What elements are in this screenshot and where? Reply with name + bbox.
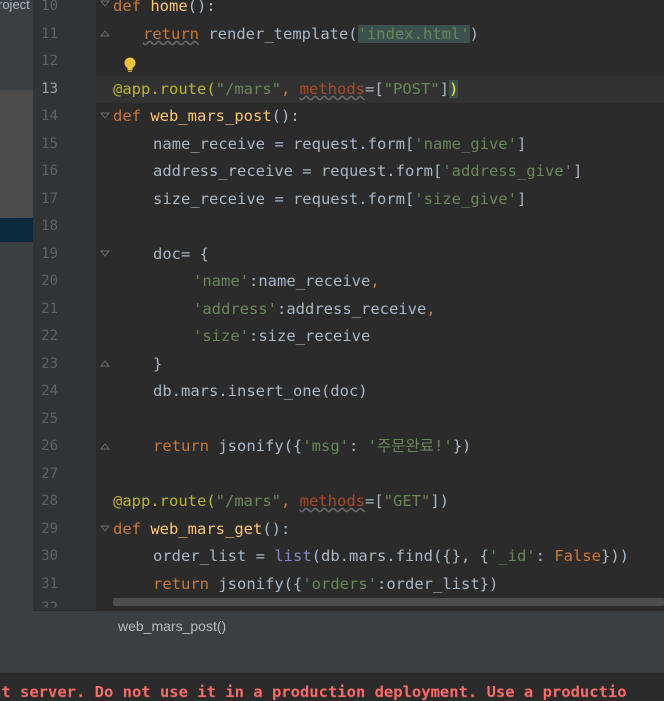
code-line-19: doc= {: [153, 245, 209, 263]
code-line-22: 'size':size_receive: [193, 327, 371, 345]
line-number: 17: [41, 191, 58, 207]
horizontal-scrollbar[interactable]: [113, 598, 664, 606]
code-line-28: @app.route("/mars", methods=["GET"]): [113, 492, 449, 510]
line-number: 15: [41, 136, 58, 152]
line-number: 10: [41, 0, 58, 14]
tool-window-divider[interactable]: [0, 640, 664, 673]
line-number: 20: [41, 273, 58, 289]
line-number: 14: [41, 108, 58, 124]
line-number: 21: [41, 301, 58, 317]
code-line-20: 'name':name_receive,: [193, 272, 380, 290]
project-panel-label: roject: [0, 0, 30, 12]
line-number: 16: [41, 163, 58, 179]
console-warning-text: nt server. Do not use it in a production…: [0, 683, 627, 701]
code-line-16: address_receive = request.form['address_…: [153, 162, 583, 180]
code-line-24: db.mars.insert_one(doc): [153, 382, 368, 400]
fold-icon[interactable]: [100, 524, 110, 534]
breadcrumb-bar: web_mars_post(): [33, 610, 664, 641]
line-number: 29: [41, 521, 58, 537]
line-number: 31: [41, 576, 58, 592]
code-line-23: }: [153, 355, 163, 373]
fold-icon[interactable]: [100, 0, 110, 9]
line-number: 22: [41, 328, 58, 344]
project-panel[interactable]: roject: [0, 0, 33, 640]
line-number: 25: [41, 411, 58, 427]
code-line-11: return render_template('index.html'): [143, 25, 479, 43]
code-line-29: def web_mars_get():: [113, 520, 291, 538]
line-number: 19: [41, 246, 58, 262]
code-line-15: name_receive = request.form['name_give']: [153, 135, 527, 153]
line-number: 18: [41, 218, 58, 234]
line-number: 11: [41, 26, 58, 42]
line-number: 27: [41, 466, 58, 482]
fold-end-icon[interactable]: [100, 441, 110, 451]
run-console[interactable]: nt server. Do not use it in a production…: [0, 673, 664, 701]
line-number: 13: [41, 81, 58, 97]
lightbulb-icon[interactable]: [122, 56, 138, 74]
line-number: 28: [41, 493, 58, 509]
project-tree-selection-area: [0, 90, 33, 218]
line-number: 23: [41, 356, 58, 372]
line-number: 12: [41, 53, 58, 69]
code-line-17: size_receive = request.form['size_give']: [153, 190, 527, 208]
line-number: 26: [41, 438, 58, 454]
code-line-14: def web_mars_post():: [113, 107, 300, 125]
code-line-10: def home():: [113, 0, 216, 15]
line-number: 32: [41, 600, 58, 608]
breadcrumb[interactable]: web_mars_post(): [118, 618, 226, 634]
line-number: 30: [41, 548, 58, 564]
code-line-30: order_list = list(db.mars.find({}, {'_id…: [153, 547, 629, 565]
fold-end-icon[interactable]: [100, 28, 110, 38]
code-line-13: @app.route("/mars", methods=["POST"]): [113, 80, 459, 98]
code-line-21: 'address':address_receive,: [193, 300, 436, 318]
line-number: 24: [41, 383, 58, 399]
code-line-26: return jsonify({'msg': '주문완료!'}): [153, 437, 472, 455]
fold-icon[interactable]: [100, 249, 110, 259]
project-tree-selected-row[interactable]: [0, 218, 33, 242]
fold-icon[interactable]: [100, 111, 110, 121]
code-line-31: return jsonify({'orders':order_list}): [153, 575, 499, 593]
fold-end-icon[interactable]: [100, 358, 110, 368]
